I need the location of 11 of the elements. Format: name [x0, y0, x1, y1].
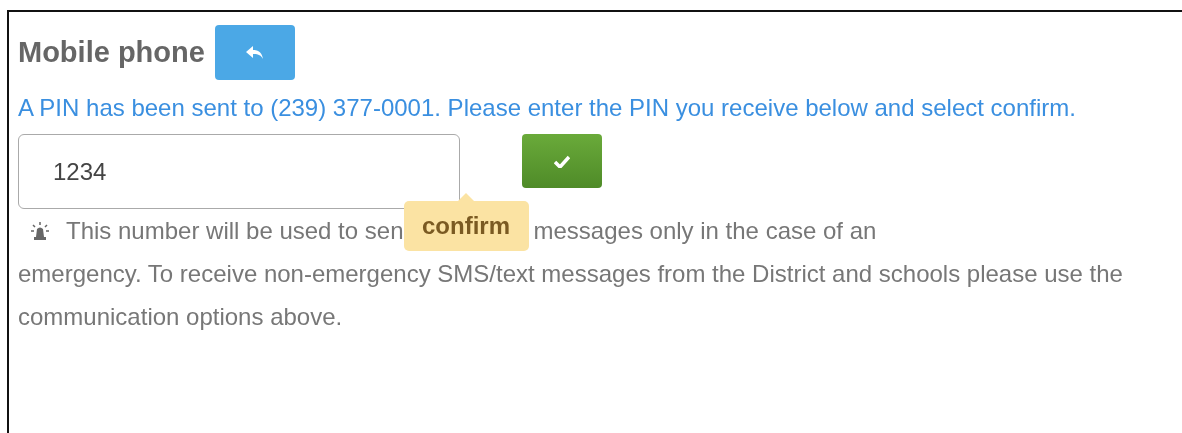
reply-arrow-icon — [245, 45, 264, 60]
notice-text-middle: messages only in the case of an — [533, 216, 877, 245]
siren-icon — [30, 221, 50, 240]
notice-text-rest: emergency. To receive non-emergency SMS/text messages from the District and schools please use the communication options above. — [18, 259, 1124, 332]
section-title: Mobile phone — [18, 36, 205, 69]
confirm-button[interactable] — [522, 134, 602, 188]
pin-sent-message: A PIN has been sent to (239) 377-0001. Please enter the PIN you receive below and select confirm. — [18, 93, 1077, 123]
pin-input-field[interactable]: 1234 — [18, 134, 460, 209]
checkmark-icon — [554, 154, 570, 168]
notice-text-start: This number will be used to sen — [66, 216, 404, 245]
back-button[interactable] — [214, 25, 295, 80]
